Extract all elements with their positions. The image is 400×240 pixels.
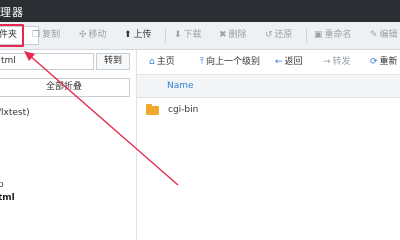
copy-icon: ❐: [32, 30, 41, 40]
up-arrow-icon: ⤒: [200, 57, 204, 67]
toolbar: 件夹 ❐ 复制 ✣ 移动 ⬆ 上传 ⬇ 下载 ✖ 删除 ↺ 还原 ▣ 重命名 ✎ 编辑: [0, 22, 400, 50]
refresh-button[interactable]: ⟳ 重新: [370, 55, 398, 69]
back-arrow-icon: ←: [275, 57, 283, 67]
toolbar-divider: [306, 28, 307, 43]
upload-button[interactable]: ⬆ 上传: [124, 27, 152, 44]
move-button[interactable]: ✣ 移动: [79, 27, 107, 44]
move-icon: ✣: [79, 30, 87, 40]
folder-icon: [146, 104, 159, 115]
collapse-all-button[interactable]: 全部折叠: [0, 78, 130, 97]
tree-item-current[interactable]: tml: [0, 193, 15, 203]
file-name: cgi-bin: [168, 105, 199, 115]
download-button[interactable]: ⬇ 下载: [174, 27, 202, 44]
upload-icon: ⬆: [124, 30, 132, 40]
right-pane: ⌂ 主页 ⤒ 向上一个级别 ← 返回 → 转发 ⟳ 重新 Name cgi-bin: [137, 50, 400, 240]
forward-arrow-icon: →: [323, 57, 331, 67]
rename-button[interactable]: ▣ 重命名: [314, 27, 352, 44]
edit-icon: ✎: [370, 30, 378, 40]
up-level-button[interactable]: ⤒ 向上一个级别: [200, 55, 260, 69]
file-row[interactable]: cgi-bin: [137, 102, 400, 120]
back-button[interactable]: ← 返回: [275, 55, 303, 69]
file-list-header: Name: [137, 75, 400, 98]
new-folder-highlight-box: [0, 24, 24, 47]
delete-icon: ✖: [219, 30, 227, 40]
goto-button[interactable]: 转到: [96, 53, 130, 70]
delete-button[interactable]: ✖ 删除: [219, 27, 247, 44]
name-column-header[interactable]: Name: [167, 81, 194, 91]
tree-item[interactable]: p: [0, 180, 4, 190]
home-icon: ⌂: [149, 57, 155, 67]
edit-button[interactable]: ✎ 编辑: [370, 27, 398, 44]
restore-button[interactable]: ↺ 还原: [265, 27, 293, 44]
toolbar-divider: [165, 28, 166, 43]
restore-icon: ↺: [265, 30, 273, 40]
title-bar: 理器: [0, 0, 400, 22]
path-input[interactable]: tml: [0, 53, 94, 70]
rename-icon: ▣: [314, 30, 323, 40]
app-title: 理器: [0, 6, 24, 19]
navigation-bar: ⌂ 主页 ⤒ 向上一个级别 ← 返回 → 转发 ⟳ 重新: [137, 50, 400, 75]
refresh-icon: ⟳: [370, 57, 378, 67]
left-pane: tml 转到 全部折叠 /lxtest) p tml: [0, 50, 137, 240]
forward-button[interactable]: → 转发: [323, 55, 351, 69]
tree-item[interactable]: /lxtest): [0, 108, 30, 118]
copy-button[interactable]: ❐ 复制: [32, 27, 60, 44]
download-icon: ⬇: [174, 30, 182, 40]
home-button[interactable]: ⌂ 主页: [149, 55, 175, 69]
